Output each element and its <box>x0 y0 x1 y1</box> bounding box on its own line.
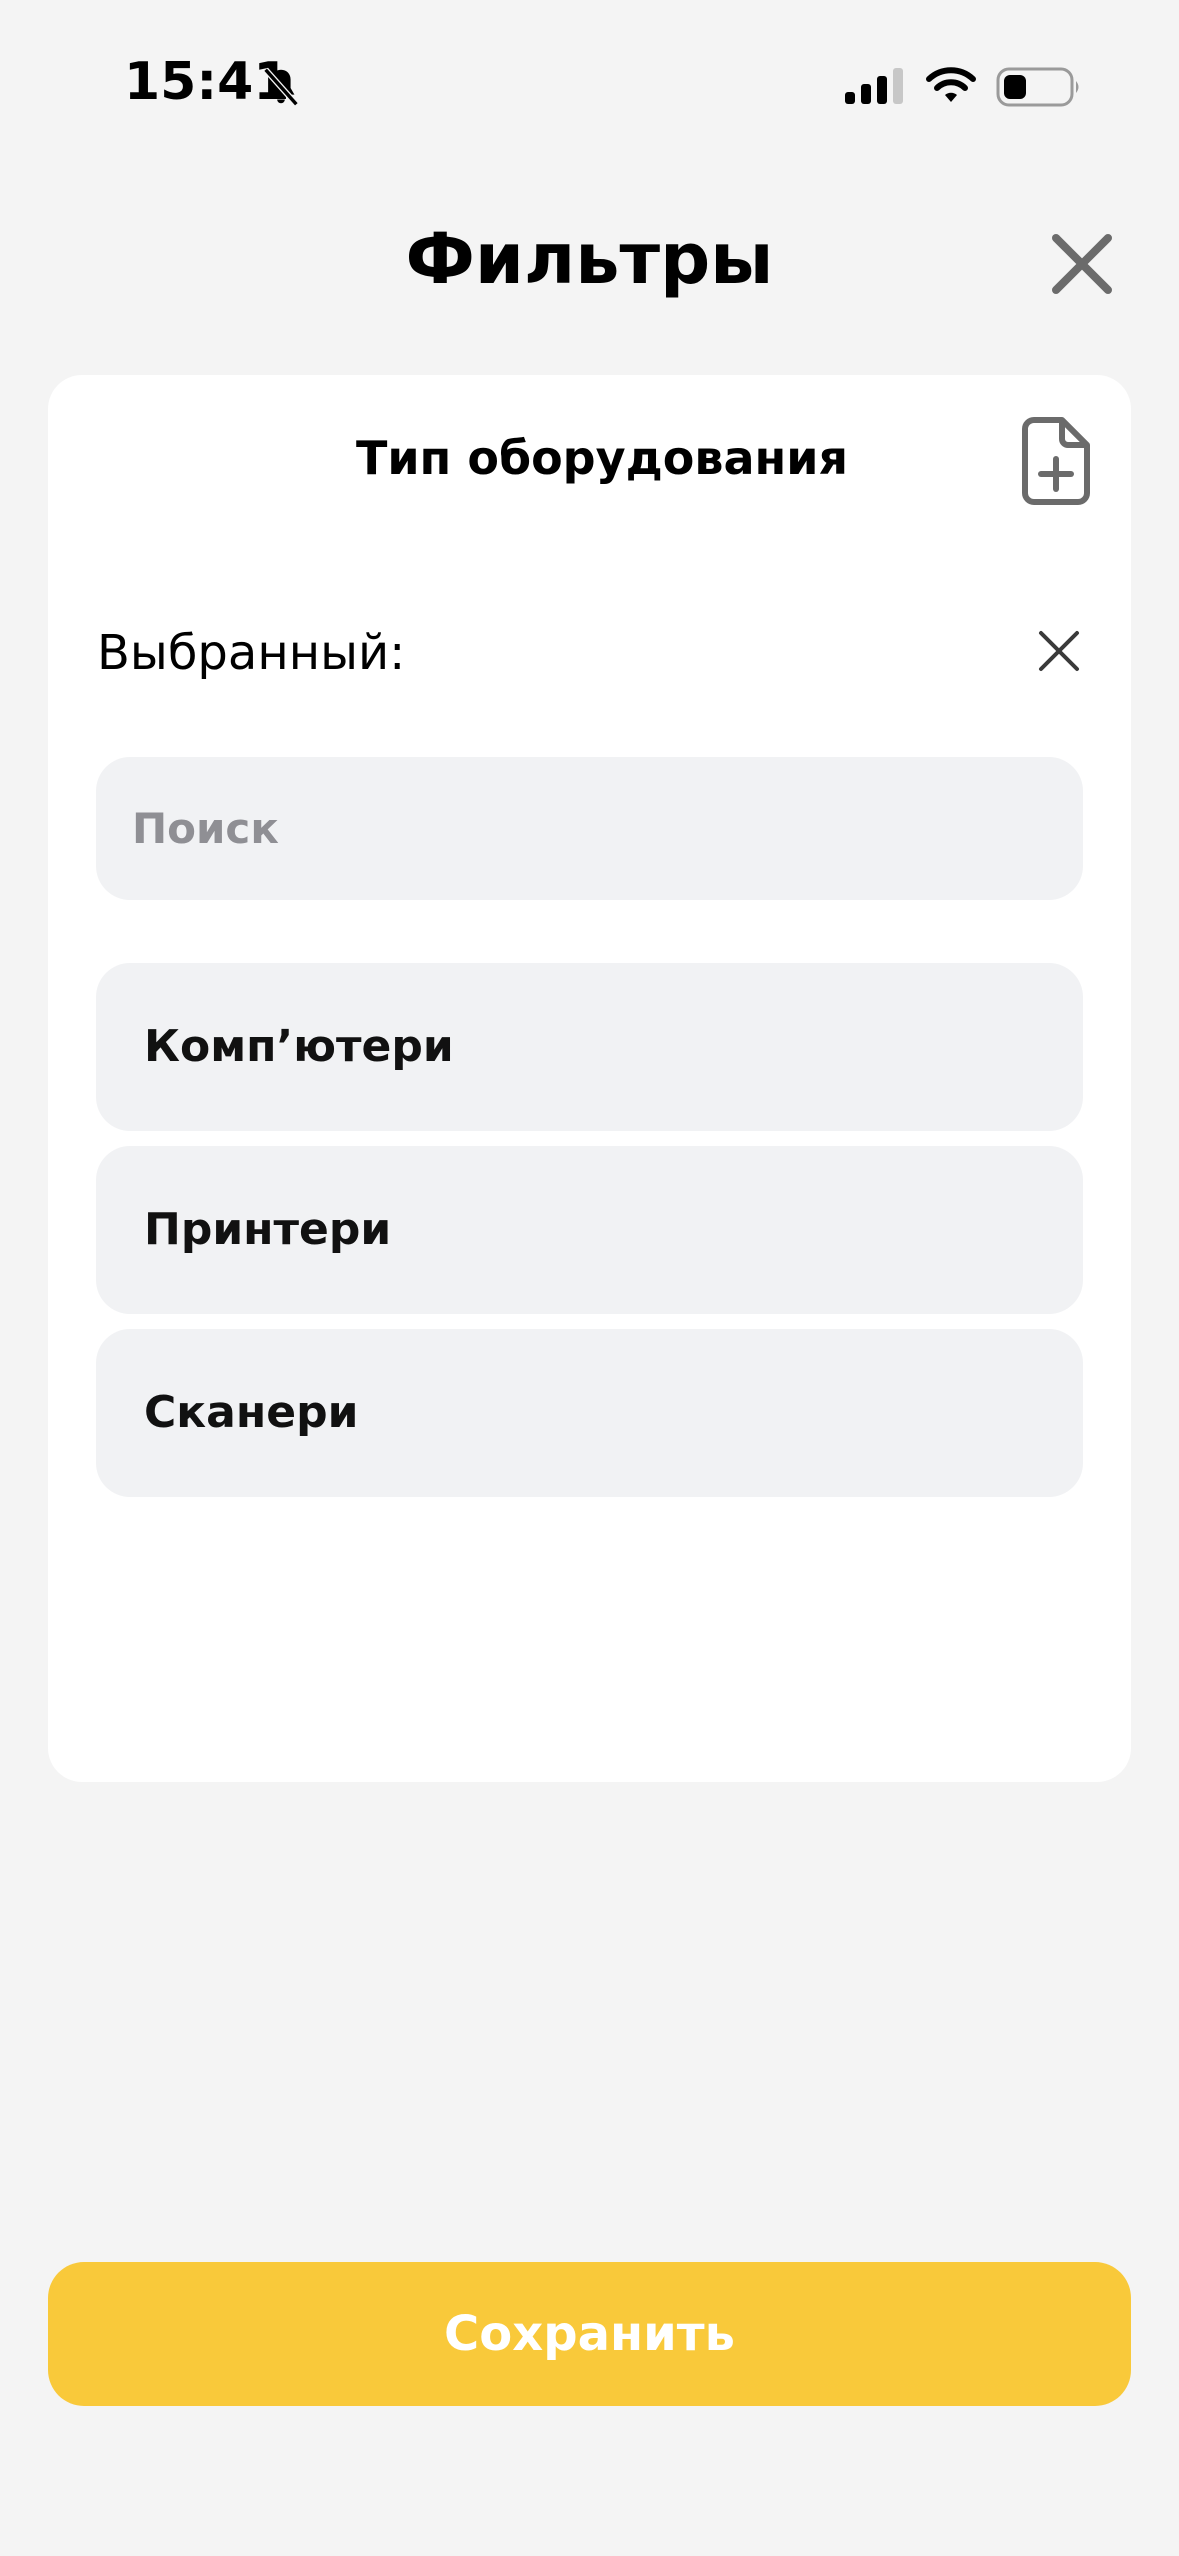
option-label: Комп’ютери <box>144 1021 454 1072</box>
option-label: Сканери <box>144 1387 359 1438</box>
bell-slash-icon <box>263 67 299 107</box>
page-title: Фильтры <box>405 218 774 300</box>
search-box <box>96 757 1083 900</box>
add-file-icon[interactable] <box>1020 415 1092 507</box>
option-printers[interactable]: Принтери <box>96 1146 1083 1314</box>
battery-icon <box>996 67 1079 107</box>
close-icon[interactable] <box>1048 230 1116 298</box>
card-title: Тип оборудования <box>355 431 849 485</box>
status-bar: 15:41 <box>0 0 1179 170</box>
filter-card: Тип оборудования Выбранный: Комп’ютери П… <box>48 375 1131 1782</box>
clear-selected-icon[interactable] <box>1035 627 1083 675</box>
equipment-type-list: Комп’ютери Принтери Сканери <box>96 963 1083 1512</box>
option-computers[interactable]: Комп’ютери <box>96 963 1083 1131</box>
wifi-icon <box>926 67 976 102</box>
option-scanners[interactable]: Сканери <box>96 1329 1083 1497</box>
search-input[interactable] <box>132 757 1052 900</box>
save-button[interactable]: Сохранить <box>48 2262 1131 2406</box>
save-button-label: Сохранить <box>444 2306 735 2362</box>
cellular-signal-icon <box>845 68 903 104</box>
selected-label: Выбранный: <box>97 625 406 681</box>
option-label: Принтери <box>144 1204 392 1255</box>
